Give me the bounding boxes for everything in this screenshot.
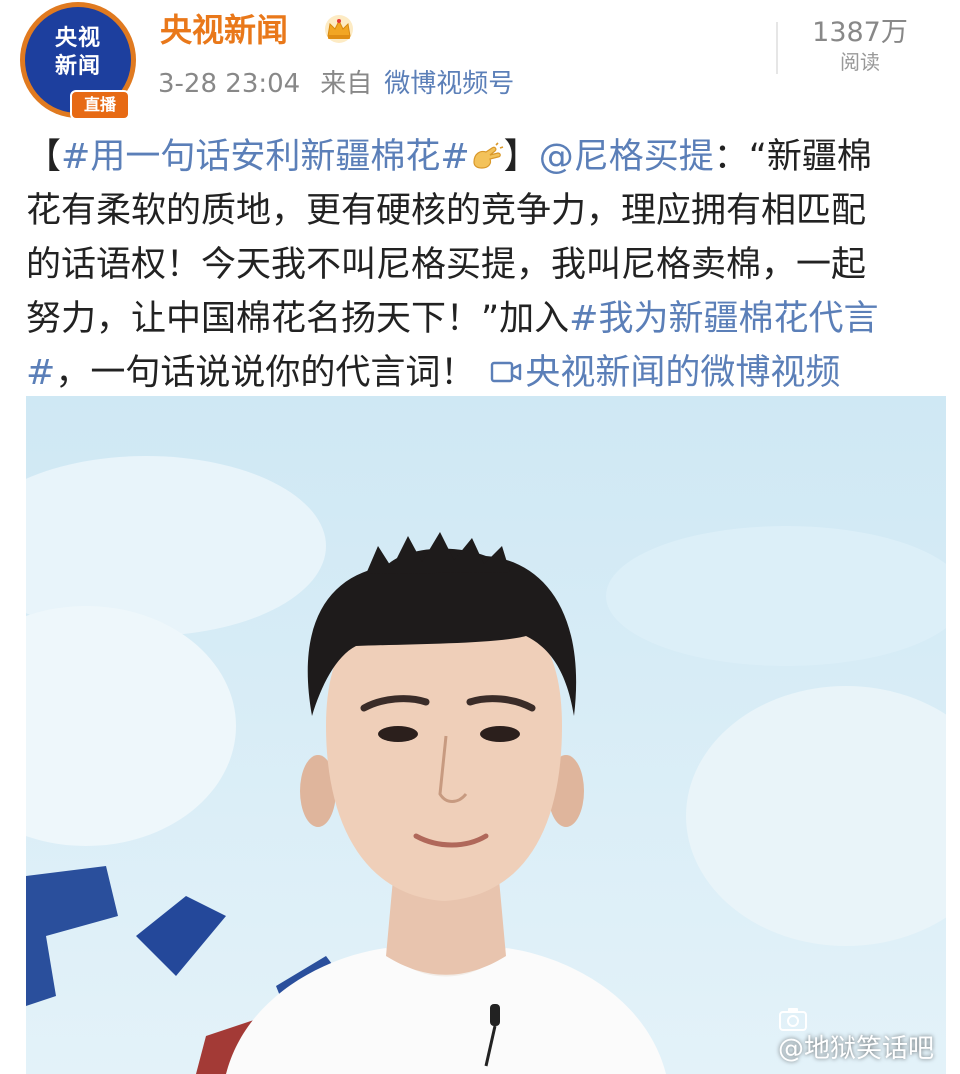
topic-link-cotton[interactable]: #用一句话安利新疆棉花# — [61, 137, 470, 177]
post-body: 【#用一句话安利新疆棉花# 】@尼格买提：“新疆棉 花有柔软的质地，更有硬核的竞争… — [26, 130, 950, 400]
source-link[interactable]: 微博视频号 — [384, 69, 514, 99]
topic-link-endorse[interactable]: #我为新疆棉花代言 — [569, 299, 878, 339]
post-line-2: 花有柔软的质地，更有硬核的竞争力，理应拥有相匹配 — [26, 191, 867, 231]
post-line-4: 努力，让中国棉花名扬天下！”加入#我为新疆棉花代言 — [26, 292, 950, 346]
post-meta: 3-28 23:04 来自 微博视频号 — [158, 64, 514, 104]
live-badge: 直播 — [70, 90, 130, 120]
post-line-5: #，一句话说说你的代言词！ 央视新闻的微博视频 — [26, 346, 950, 400]
divider — [776, 22, 778, 74]
clap-icon — [473, 142, 503, 169]
video-icon — [491, 361, 522, 383]
watermark: @地狱笑话吧 — [778, 1006, 934, 1066]
account-name[interactable]: 央视新闻 — [160, 8, 288, 52]
reads-label: 阅读 — [840, 50, 880, 74]
post-text-segment: ：“新疆棉 — [713, 137, 872, 177]
post-header: 央视 新闻 直播 央视新闻 3-28 23:04 来自 微博视频号 1387万 阅读 — [0, 0, 960, 120]
camera-icon — [778, 1008, 807, 1031]
post-time: 3-28 23:04 — [158, 69, 301, 99]
video-frame-image — [26, 396, 946, 1074]
watermark-text: @地狱笑话吧 — [777, 1034, 934, 1064]
avatar-text-line2: 新闻 — [54, 54, 101, 79]
video-player[interactable]: @地狱笑话吧 — [26, 396, 946, 1074]
mention-link[interactable]: @尼格买提 — [539, 137, 714, 177]
avatar[interactable]: 央视 新闻 直播 — [20, 2, 136, 120]
post-text-segment: ，一句话说说你的代言词！ — [55, 353, 476, 393]
post-line-3: 的话语权！今天我不叫尼格买提，我叫尼格卖棉，一起 — [26, 245, 867, 285]
reads-count: 1387万 — [812, 17, 908, 48]
from-label: 来自 — [320, 69, 373, 99]
video-link[interactable]: 央视新闻的微博视频 — [525, 353, 840, 393]
close-bracket: 】 — [503, 137, 539, 177]
crown-icon — [325, 15, 353, 43]
post-line-1: 【#用一句话安利新疆棉花# 】@尼格买提：“新疆棉 — [26, 130, 950, 184]
post-text-segment: 努力，让中国棉花名扬天下！”加入 — [26, 299, 570, 339]
avatar-text-line1: 央视 — [54, 26, 101, 51]
topic-link-endorse-end[interactable]: # — [26, 353, 55, 393]
open-bracket: 【 — [26, 137, 62, 177]
